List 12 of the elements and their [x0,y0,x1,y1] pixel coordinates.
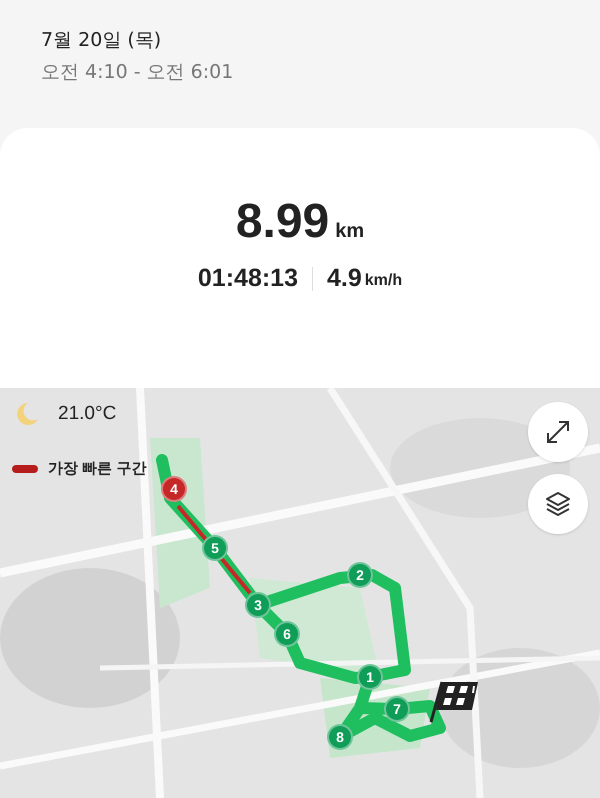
date-text: 7월 20일 (목) [41,28,162,53]
legend-text: 가장 빠른 구간 [48,459,146,479]
speed-value: 4.9 [326,263,362,294]
temperature-text: 21.0°C [58,402,116,426]
moon-icon [14,401,40,428]
distance-value: 8.99 [236,198,330,246]
layers-icon [544,490,572,518]
expand-icon [545,419,571,445]
speed-unit: km/h [364,270,402,291]
time-range-text: 오전 4:10 - 오전 6:01 [41,60,234,85]
distance-unit: km [335,219,364,244]
duration-value: 01:48:13 [198,263,298,294]
